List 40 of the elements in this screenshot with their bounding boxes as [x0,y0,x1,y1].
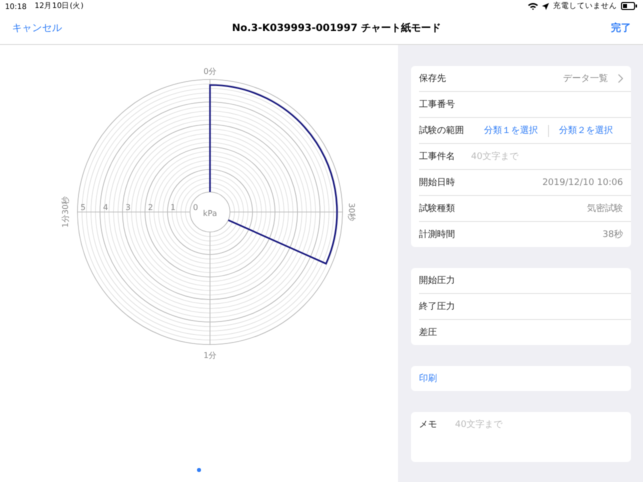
ring-label: 5 [80,203,86,212]
row-label: 開始圧力 [419,274,455,287]
unit-label: kPa [203,209,217,218]
print-button[interactable]: 印刷 [419,372,437,385]
row-value: 気密試験 [587,202,623,215]
page-indicator-dot[interactable] [197,468,201,472]
ring-label: 4 [103,203,108,212]
row-label: 試験種類 [419,202,455,215]
memo-field[interactable]: 40文字まで [455,418,623,454]
chevron-right-icon[interactable] [618,74,623,83]
row-label: 計測時間 [419,228,455,241]
memo-box[interactable]: メモ 40文字まで [411,412,631,462]
category-select-button[interactable]: 分類２を選択 [549,124,623,137]
row-value[interactable]: データ一覧 [563,72,608,85]
row-label: 工事件名 [419,150,455,163]
ring-label: 2 [148,203,154,212]
cancel-button[interactable]: キャンセル [12,21,62,35]
text-field[interactable]: 40文字まで [471,148,623,164]
done-button[interactable]: 完了 [611,21,631,35]
time-label: 0分 [203,67,217,76]
row-label: 差圧 [419,326,437,339]
row-label: 終了圧力 [419,300,455,313]
row-label: 保存先 [419,72,446,85]
category-select-button[interactable]: 分類１を選択 [474,124,548,137]
ring-label: 0 [193,203,198,212]
time-label: 30秒 [347,202,356,222]
row-label: メモ [419,419,437,431]
ring-label: 1 [170,203,176,212]
nav-title: No.3-K039993-001997 チャート紙モード [232,22,442,35]
row-label: 開始日時 [419,176,455,189]
time-label: 1分 [203,351,217,360]
row-label: 試験の範囲 [419,124,464,137]
row-value: 2019/12/10 10:06 [542,178,623,188]
time-label: 1分30秒 [61,196,70,228]
row-value: 38秒 [602,228,623,241]
ring-label: 3 [126,203,131,212]
location-arrow-icon [542,2,549,10]
wifi-icon [528,2,538,10]
row-label: 工事番号 [419,98,455,111]
battery-icon [621,2,637,10]
